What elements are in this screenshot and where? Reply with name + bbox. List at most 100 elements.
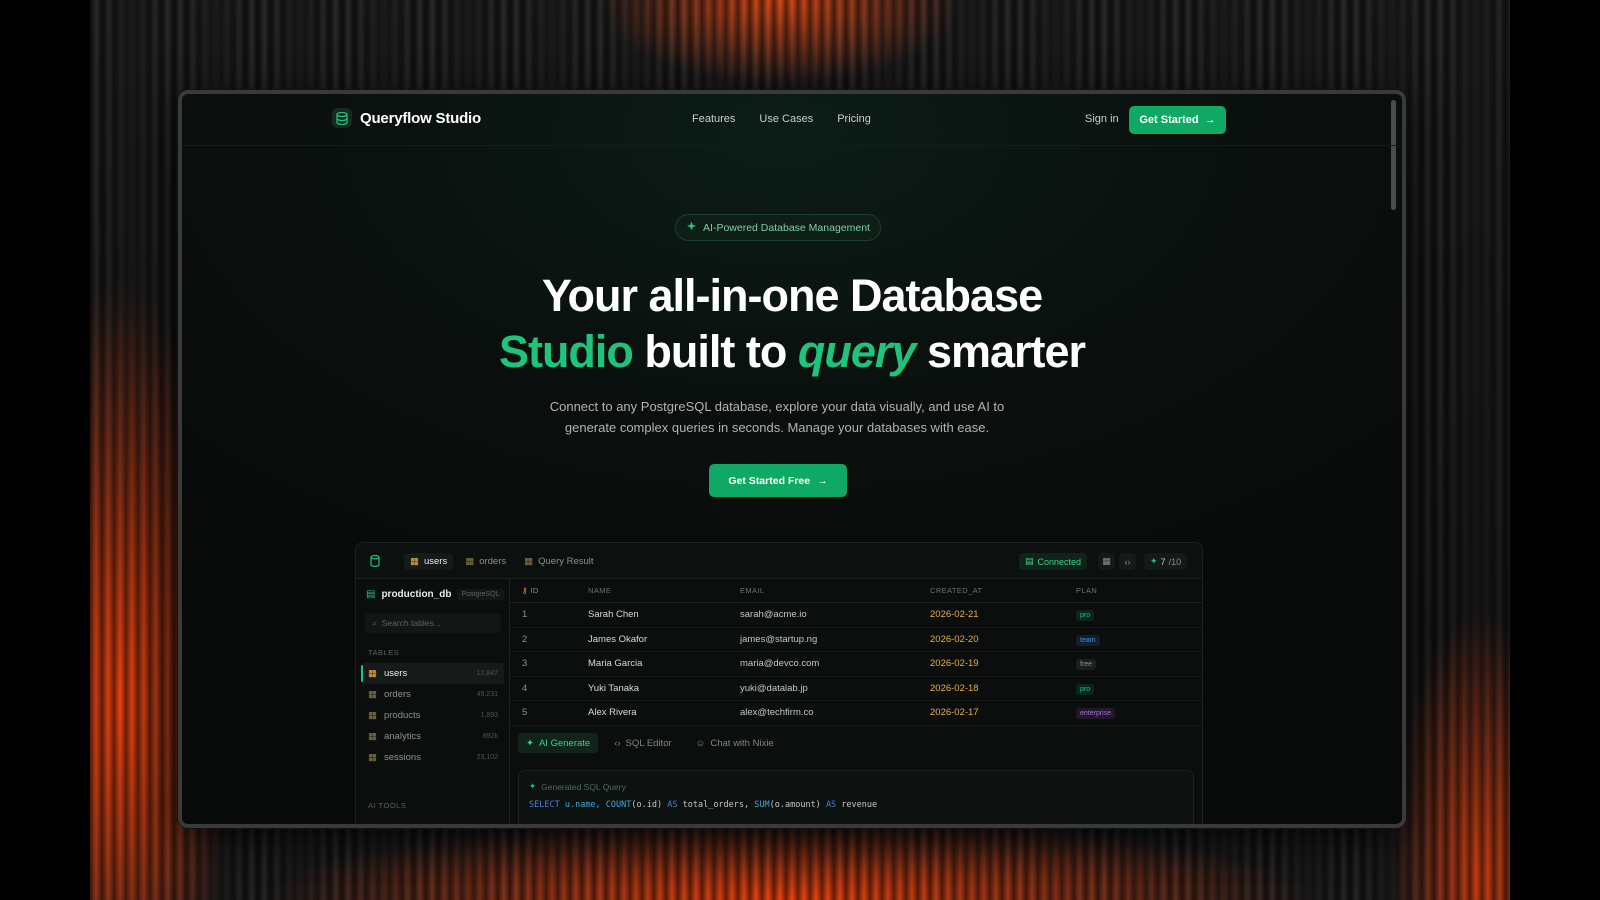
database-icon: ▤ xyxy=(366,589,376,600)
sql-keyword: AS xyxy=(825,800,837,810)
tab-label: Chat with Nixie xyxy=(710,737,774,749)
cell-name: Maria Garcia xyxy=(588,658,643,670)
app-preview: ▦ users ▦ orders ▦ Query Result ▤ Connec… xyxy=(355,542,1203,824)
get-started-button[interactable]: Get Started → xyxy=(1129,106,1226,134)
table-row[interactable]: 4 Yuki Tanaka yuki@datalab.jp 2026-02-18 pro xyxy=(510,677,1202,701)
grid-header: ⚷ ID NAME EMAIL CREATED_AT PLAN xyxy=(510,579,1202,603)
plan-badge: pro xyxy=(1076,610,1095,622)
get-started-free-button[interactable]: Get Started Free → xyxy=(709,464,847,497)
cell-plan: pro xyxy=(1076,683,1202,695)
database-icon: ▤ xyxy=(1025,556,1034,566)
sql-function: SUM xyxy=(754,800,770,810)
bot-icon: ☺ xyxy=(695,737,706,749)
get-started-label: Get Started xyxy=(1139,114,1199,126)
cell-created-at: 2026-02-21 xyxy=(930,609,979,621)
database-icon[interactable] xyxy=(370,554,380,572)
headline-green-word: Studio xyxy=(498,326,634,377)
table-icon: ▦ xyxy=(368,710,377,721)
column-header-created-at[interactable]: CREATED_AT xyxy=(930,586,1076,595)
search-tables-input[interactable]: ⌕ Search tables... xyxy=(365,613,501,633)
column-header-name[interactable]: NAME xyxy=(588,586,740,595)
db-sidebar: ▤ production_db PostgreSQL ⌕ Search tabl… xyxy=(356,579,510,824)
generated-sql-panel: ✦ Generated SQL Query SELECT u.name, COU… xyxy=(518,770,1194,824)
ai-tools-section-label: AI TOOLS xyxy=(368,801,407,810)
sidebar-item-orders[interactable]: ▦ orders 45,231 xyxy=(362,684,504,705)
sql-panel-title: ✦ Generated SQL Query xyxy=(529,781,626,792)
code-icon[interactable]: ‹› xyxy=(1119,553,1136,570)
column-header-id[interactable]: ⚷ ID xyxy=(510,586,588,595)
headline-mid: built to xyxy=(644,326,787,377)
search-icon: ⌕ xyxy=(372,617,377,628)
table-row[interactable]: 1 Sarah Chen sarah@acme.io 2026-02-21 pro xyxy=(510,603,1202,628)
nav-links: Features Use Cases Pricing xyxy=(692,113,871,125)
tab-users[interactable]: ▦ users xyxy=(404,552,454,570)
hero-subtitle: Connect to any PostgreSQL database, expl… xyxy=(549,399,1005,435)
table-row[interactable]: 3 Maria Garcia maria@devco.com 2026-02-19 fr… xyxy=(510,652,1202,677)
sql-code[interactable]: SELECT u.name, COUNT(o.id) AS total_orde… xyxy=(529,800,877,810)
sql-alias: revenue xyxy=(841,800,878,810)
cell-name: Sarah Chen xyxy=(588,609,639,621)
table-row-count: 1,893 xyxy=(480,712,498,719)
table-name: sessions xyxy=(383,752,421,763)
tab-sql-editor[interactable]: ‹› SQL Editor xyxy=(606,733,679,753)
sparkle-icon xyxy=(686,221,697,235)
cell-id: 5 xyxy=(522,707,528,719)
table-icon: ▦ xyxy=(465,555,475,567)
data-grid: ⚷ ID NAME EMAIL CREATED_AT PLAN 1 Sarah C… xyxy=(510,579,1202,726)
table-icon: ▦ xyxy=(368,752,377,763)
cell-email: alex@techfirm.co xyxy=(740,707,814,719)
nav-link-pricing[interactable]: Pricing xyxy=(837,113,871,125)
cell-id: 3 xyxy=(522,658,528,670)
table-row[interactable]: 5 Alex Rivera alex@techfirm.co 2026-02-17 en… xyxy=(510,701,1202,726)
sidebar-item-analytics[interactable]: ▦ analytics 892k xyxy=(362,726,504,747)
table-icon: ▦ xyxy=(368,668,377,679)
plan-badge: team xyxy=(1076,634,1100,646)
column-header-plan[interactable]: PLAN xyxy=(1076,586,1202,595)
grid-view-icon[interactable]: ▦ xyxy=(1098,553,1115,570)
badge-label: AI-Powered Database Management xyxy=(703,221,870,234)
search-placeholder: Search tables... xyxy=(381,618,441,628)
tab-ai-generate[interactable]: ✦ AI Generate xyxy=(518,733,599,753)
cell-email: maria@devco.com xyxy=(740,658,820,670)
tab-query-result[interactable]: ▦ Query Result xyxy=(518,553,599,570)
key-icon: ⚷ xyxy=(522,586,528,595)
table-row-count: 892k xyxy=(482,733,498,740)
table-row[interactable]: 2 James Okafor james@startup.ng 2026-02-20 t… xyxy=(510,628,1202,652)
app-toolbar: ▦ users ▦ orders ▦ Query Result ▤ Connec… xyxy=(356,543,1202,579)
sidebar-item-products[interactable]: ▦ products 1,893 xyxy=(362,705,504,726)
cell-id: 1 xyxy=(522,609,528,621)
sidebar-item-sessions[interactable]: ▦ sessions 23,102 xyxy=(362,747,504,768)
headline-line-1: Your all-in-one Database xyxy=(541,270,1043,321)
nav-link-features[interactable]: Features xyxy=(692,113,735,125)
tab-chat-with-nixie[interactable]: ☺ Chat with Nixie xyxy=(688,733,782,753)
code-icon: ‹› xyxy=(614,737,621,749)
cell-name: Yuki Tanaka xyxy=(588,682,640,694)
tab-label: users xyxy=(423,555,448,567)
cell-plan: free xyxy=(1076,658,1202,671)
browser-window: Queryflow Studio Features Use Cases Pric… xyxy=(178,90,1406,828)
cell-name: Alex Rivera xyxy=(588,707,637,719)
tab-label: orders xyxy=(479,555,507,567)
table-icon: ▦ xyxy=(524,555,534,567)
brand[interactable]: Queryflow Studio xyxy=(332,108,481,128)
cell-plan: enterprise xyxy=(1076,707,1202,720)
database-selector[interactable]: ▤ production_db PostgreSQL xyxy=(366,589,504,600)
tab-label: AI Generate xyxy=(538,737,591,749)
background-scene: Queryflow Studio Features Use Cases Pric… xyxy=(0,0,1600,900)
cell-plan: pro xyxy=(1076,609,1202,622)
headline-italic-word: query xyxy=(797,326,917,377)
tab-orders[interactable]: ▦ orders xyxy=(459,553,512,570)
tables-section-label: TABLES xyxy=(368,648,400,657)
column-label: ID xyxy=(530,586,539,595)
sign-in-link[interactable]: Sign in xyxy=(1085,113,1119,125)
ai-usage-counter: ✦ 7 /10 xyxy=(1144,553,1188,570)
app-tabs: ▦ users ▦ orders ▦ Query Result xyxy=(404,543,600,579)
plan-badge: free xyxy=(1076,659,1097,671)
cell-id: 2 xyxy=(522,633,528,645)
sidebar-item-users[interactable]: ▦ users 12,847 xyxy=(361,663,504,684)
table-row-count: 45,231 xyxy=(476,691,498,698)
cell-email: sarah@acme.io xyxy=(740,609,807,621)
nav-link-use-cases[interactable]: Use Cases xyxy=(759,113,813,125)
column-header-email[interactable]: EMAIL xyxy=(740,586,930,595)
table-name: users xyxy=(383,668,408,679)
